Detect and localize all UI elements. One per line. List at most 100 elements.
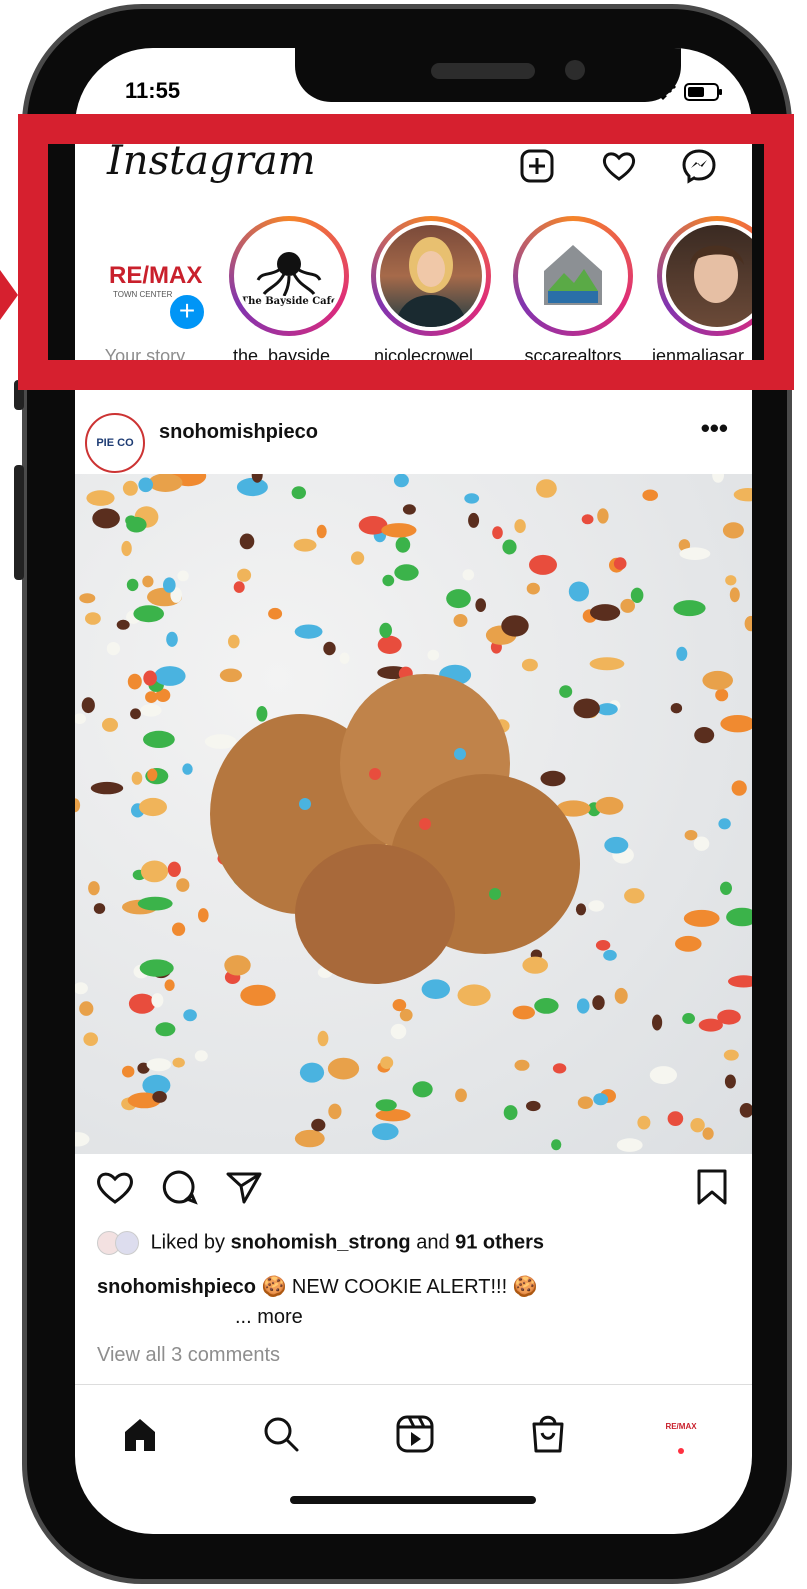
- sprinkle: [536, 479, 557, 498]
- sprinkle: [722, 522, 744, 539]
- post-caption: snohomishpieco 🍪 NEW COOKIE ALERT!!! 🍪: [97, 1274, 538, 1299]
- sprinkle: [682, 1013, 695, 1024]
- sprinkle: [712, 474, 724, 483]
- search-icon[interactable]: [261, 1414, 301, 1454]
- sprinkle: [145, 691, 158, 703]
- sprinkle: [462, 569, 475, 581]
- sprinkle: [90, 781, 124, 795]
- comment-icon[interactable]: [160, 1168, 198, 1206]
- sprinkle: [372, 1123, 399, 1141]
- sprinkle: [581, 514, 594, 525]
- sprinkle: [596, 703, 618, 716]
- sprinkle: [256, 706, 268, 722]
- sprinkle: [133, 605, 164, 623]
- sprinkle: [575, 903, 587, 916]
- sprinkle: [592, 995, 605, 1010]
- sprinkle: [453, 614, 468, 627]
- sprinkle: [514, 519, 526, 534]
- view-comments-link[interactable]: View all 3 comments: [97, 1344, 280, 1367]
- sprinkle: [151, 993, 164, 1008]
- liker-avatars[interactable]: [97, 1231, 145, 1255]
- sprinkle: [122, 480, 138, 496]
- sprinkle: [724, 1074, 736, 1089]
- sprinkle: [694, 727, 715, 744]
- sprinkle: [121, 540, 132, 557]
- more-options-icon[interactable]: •••: [701, 413, 728, 444]
- cookies-photo: [75, 474, 752, 1152]
- sprinkle: [649, 1066, 678, 1085]
- sprinkle: [551, 1139, 562, 1151]
- sprinkle: [339, 652, 350, 664]
- liked-by-count[interactable]: 91 others: [455, 1231, 544, 1253]
- sprinkle: [690, 1118, 705, 1133]
- sprinkle: [720, 881, 732, 895]
- shop-icon[interactable]: [529, 1412, 567, 1454]
- reels-icon[interactable]: [395, 1414, 435, 1454]
- post-username[interactable]: snohomishpieco: [159, 421, 318, 444]
- sprinkle: [130, 708, 141, 720]
- sprinkle: [294, 624, 323, 639]
- sprinkle: [140, 704, 162, 717]
- sprinkle: [698, 1018, 723, 1032]
- sprinkle: [464, 493, 480, 504]
- save-bookmark-icon[interactable]: [695, 1168, 729, 1206]
- sprinkle: [475, 598, 487, 612]
- likes-line: Liked by snohomish_strong and 91 others: [97, 1231, 544, 1255]
- sprinkle: [526, 1100, 541, 1112]
- sprinkle: [75, 713, 86, 724]
- liked-by-user[interactable]: snohomish_strong: [231, 1231, 411, 1253]
- sprinkle: [239, 533, 255, 550]
- sprinkle: [739, 1103, 752, 1118]
- sprinkle: [204, 734, 237, 749]
- sprinkle: [317, 1030, 329, 1047]
- profile-avatar-text: RE/MAX: [665, 1422, 697, 1431]
- sprinkle: [380, 1056, 394, 1069]
- sprinkle: [88, 881, 100, 896]
- like-heart-icon[interactable]: [95, 1168, 135, 1206]
- sprinkle: [83, 1032, 98, 1046]
- sprinkle: [394, 564, 419, 581]
- sprinkle: [240, 984, 276, 1006]
- sprinkle: [164, 979, 175, 991]
- share-icon[interactable]: [225, 1168, 263, 1206]
- sprinkle: [446, 589, 471, 609]
- sprinkle: [143, 730, 175, 748]
- profile-tab[interactable]: RE/MAX: [663, 1416, 699, 1454]
- sprinkle: [93, 903, 106, 914]
- phone-side-button: [14, 465, 24, 580]
- sprinkle: [237, 568, 252, 582]
- home-icon[interactable]: [121, 1416, 159, 1454]
- post-actions: [75, 1166, 752, 1226]
- sprinkle: [122, 1065, 135, 1078]
- home-indicator[interactable]: [290, 1496, 536, 1504]
- sprinkle: [729, 587, 740, 603]
- sprinkle: [675, 935, 702, 952]
- sprinkle: [393, 474, 409, 488]
- sprinkle: [725, 575, 737, 586]
- sprinkle: [652, 1014, 663, 1031]
- sprinkle: [595, 940, 611, 951]
- sprinkle: [299, 1062, 325, 1083]
- post-avatar[interactable]: PIE CO: [85, 413, 145, 473]
- sprinkle: [568, 581, 589, 602]
- sprinkle: [693, 836, 710, 851]
- sprinkle: [291, 486, 306, 500]
- sprinkle: [715, 688, 729, 702]
- sprinkle: [455, 1088, 467, 1103]
- sprinkle: [492, 526, 503, 540]
- sprinkle: [382, 574, 395, 587]
- sprinkle: [224, 955, 251, 976]
- notch: [295, 48, 681, 102]
- caption-more-link[interactable]: ... more: [235, 1306, 303, 1329]
- post-image[interactable]: [75, 474, 752, 1154]
- sprinkle: [381, 523, 417, 538]
- sprinkle: [233, 581, 245, 593]
- sprinkle: [390, 1023, 407, 1040]
- sprinkle: [75, 1132, 90, 1147]
- sprinkle: [744, 615, 752, 632]
- sprinkle: [140, 860, 169, 883]
- sprinkle: [726, 907, 752, 927]
- caption-username[interactable]: snohomishpieco: [97, 1276, 256, 1298]
- sprinkle: [402, 504, 416, 515]
- sprinkle: [559, 685, 573, 698]
